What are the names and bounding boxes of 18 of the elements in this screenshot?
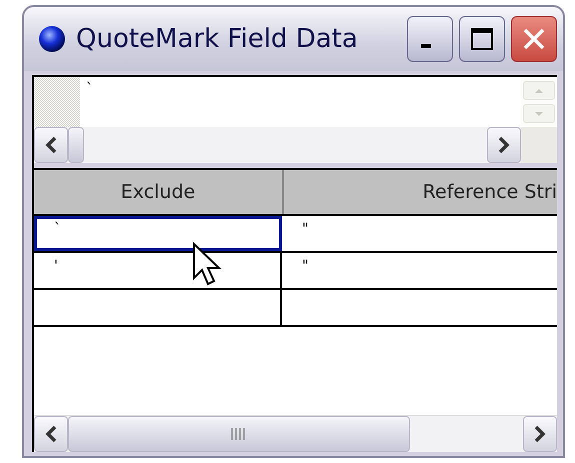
window-title: QuoteMark Field Data [76, 24, 359, 54]
scroll-thumb[interactable] [68, 127, 84, 163]
sphere-icon [38, 25, 66, 53]
maximize-icon [469, 26, 495, 52]
maximize-button[interactable] [459, 16, 505, 62]
column-header[interactable]: Exclude [34, 170, 284, 214]
column-header[interactable]: Reference Stri [284, 170, 557, 214]
minimize-button[interactable] [407, 16, 453, 62]
minimize-icon [421, 44, 431, 48]
scroll-thumb[interactable] [68, 416, 410, 452]
scroll-left-button[interactable] [34, 416, 68, 452]
scroll-left-button[interactable] [34, 127, 68, 163]
scroll-right-button[interactable] [523, 416, 557, 452]
scroll-right-button[interactable] [487, 127, 521, 163]
scrollbar-corner [521, 127, 557, 163]
row-header [34, 77, 80, 127]
table-cell[interactable]: ` [34, 216, 282, 251]
close-button[interactable] [511, 16, 557, 62]
